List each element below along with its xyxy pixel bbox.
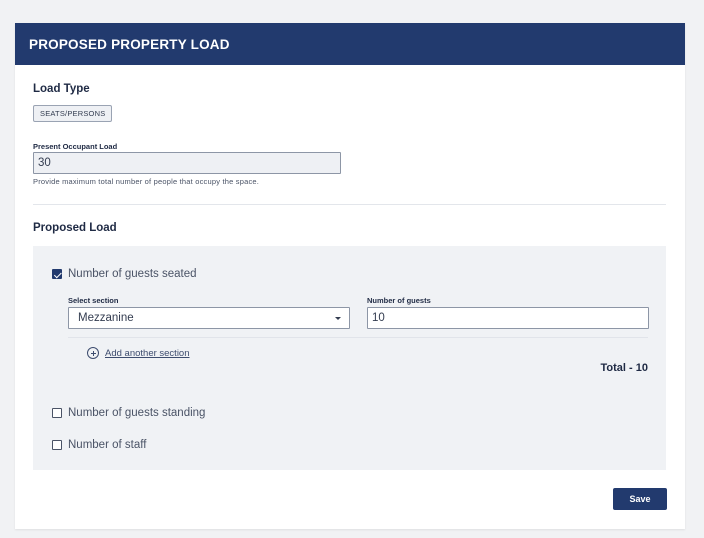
select-section-value: Mezzanine — [78, 312, 134, 324]
load-type-tag[interactable]: SEATS/PERSONS — [33, 105, 113, 122]
select-section-label: Select section — [68, 296, 119, 305]
select-section-dropdown[interactable]: Mezzanine — [68, 307, 350, 329]
guests-standing-checkbox[interactable] — [52, 408, 62, 418]
present-occupant-load-label: Present Occupant Load — [33, 142, 118, 151]
add-section-button[interactable]: Add another section — [87, 347, 190, 359]
add-section-label: Add another section — [105, 347, 190, 359]
plus-circle-icon — [87, 347, 99, 359]
guests-seated-checkbox[interactable] — [52, 269, 62, 279]
inner-divider — [68, 337, 648, 338]
card-header: PROPOSED PROPERTY LOAD — [15, 23, 685, 65]
proposed-load-panel: Number of guests seated Select section M… — [33, 246, 666, 470]
guests-standing-label: Number of guests standing — [68, 407, 206, 419]
chevron-down-icon — [335, 317, 341, 320]
section-divider — [33, 204, 666, 205]
staff-label: Number of staff — [68, 439, 147, 451]
proposed-load-title: Proposed Load — [33, 222, 117, 234]
number-of-guests-label: Number of guests — [367, 296, 431, 305]
guests-seated-label: Number of guests seated — [68, 268, 197, 280]
page-title: PROPOSED PROPERTY LOAD — [29, 36, 230, 52]
staff-checkbox[interactable] — [52, 440, 62, 450]
proposed-load-card: PROPOSED PROPERTY LOAD Load Type SEATS/P… — [15, 23, 685, 529]
present-occupant-load-input[interactable]: 30 — [33, 152, 341, 174]
present-occupant-load-helper: Provide maximum total number of people t… — [33, 177, 260, 186]
load-type-title: Load Type — [33, 83, 90, 95]
save-button[interactable]: Save — [613, 488, 667, 510]
number-of-guests-input[interactable]: 10 — [367, 307, 649, 329]
seated-total: Total - 10 — [600, 362, 648, 374]
